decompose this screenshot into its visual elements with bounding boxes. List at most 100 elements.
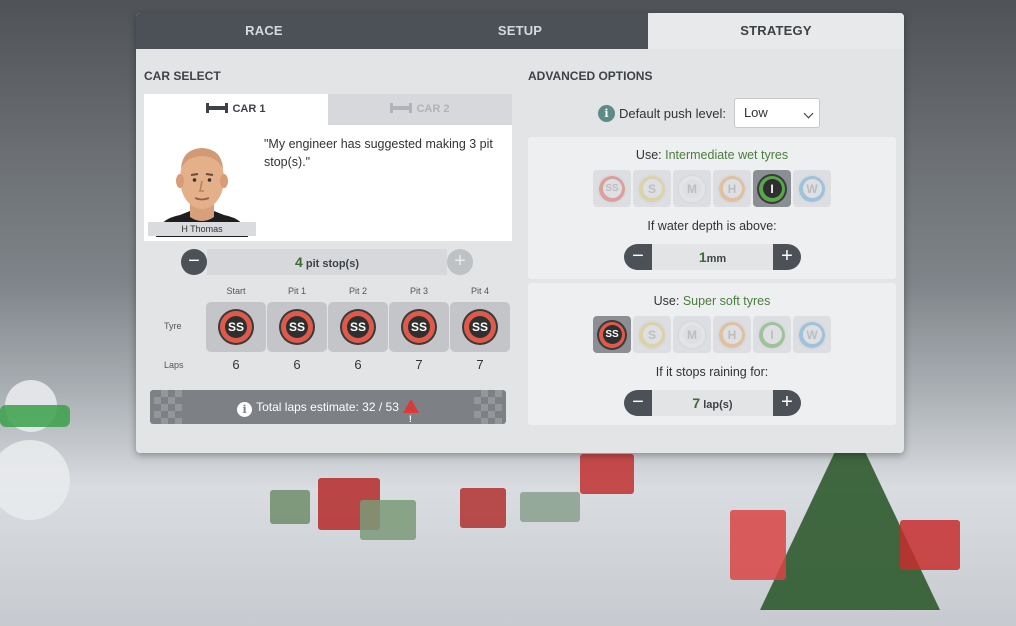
- gift-box: [360, 500, 416, 540]
- dry-use-line: Use: Super soft tyres: [528, 294, 896, 308]
- stint-tyre-cell[interactable]: SS: [328, 302, 388, 352]
- tyre-option-i[interactable]: I: [753, 170, 791, 207]
- stint-laps: 6: [354, 357, 362, 372]
- engineer-quote: "My engineer has suggested making 3 pit …: [264, 137, 493, 169]
- plus-icon: +: [781, 391, 793, 413]
- tab-race[interactable]: RACE: [136, 13, 392, 49]
- gift-box: [520, 492, 580, 522]
- car-tabs: CAR 1 CAR 2: [144, 94, 512, 125]
- tyre-ss-icon: SS: [401, 309, 437, 345]
- tyre-m-icon: M: [677, 173, 707, 204]
- tyre-option-s[interactable]: S: [633, 170, 671, 207]
- minus-icon: −: [188, 250, 200, 272]
- tyre-row-label: Tyre: [164, 321, 182, 331]
- car-2-label: CAR 2: [416, 103, 450, 115]
- stint-tyre-cell[interactable]: SS: [450, 302, 510, 352]
- wet-use-value: Intermediate wet tyres: [665, 148, 789, 162]
- push-level-select[interactable]: Low: [733, 98, 820, 128]
- decrease-dry-laps-button[interactable]: −: [624, 390, 652, 416]
- estimate-value: 32 / 53: [362, 400, 399, 414]
- car-icon: [206, 103, 229, 113]
- checkered-flag-left: [154, 390, 182, 424]
- col-pit-1: Pit 1: [287, 286, 306, 296]
- laps-estimate-bar: i Total laps estimate: 32 / 53!: [150, 390, 506, 424]
- dry-tyre-rule: Use: Super soft tyres SS S M H I W If it stop…: [528, 283, 896, 425]
- stint-tyre-cell[interactable]: SS: [206, 302, 266, 352]
- tyre-option-ss[interactable]: SS: [593, 170, 631, 207]
- strategy-panel: RACE SETUP STRATEGY CAR SELECT CAR 1 CAR…: [136, 13, 904, 453]
- tab-car-2[interactable]: CAR 2: [328, 94, 512, 125]
- info-icon[interactable]: i: [598, 104, 615, 122]
- water-depth-stepper: − 1mm +: [624, 244, 801, 270]
- tyre-option-w[interactable]: W: [793, 316, 831, 353]
- tyre-ss-icon: SS: [597, 319, 627, 350]
- minus-icon: −: [632, 391, 644, 413]
- stint-tyre-cell[interactable]: SS: [267, 302, 327, 352]
- tyre-ss-icon: SS: [340, 309, 376, 345]
- tyre-option-i[interactable]: I: [753, 316, 791, 353]
- checkered-flag-right: [474, 390, 502, 424]
- warning-icon[interactable]: !: [402, 399, 419, 424]
- plus-icon: +: [454, 250, 466, 272]
- tyre-ss-icon: SS: [597, 173, 627, 204]
- car-icon: [390, 103, 413, 113]
- water-depth-number: 1: [698, 249, 707, 265]
- push-level-value: Low: [743, 105, 768, 120]
- dry-use-label: Use:: [653, 294, 680, 308]
- stint-laps: 6: [293, 357, 301, 372]
- tyre-i-icon: I: [757, 173, 787, 204]
- tyre-ss-icon: SS: [279, 309, 315, 345]
- col-pit-2: Pit 2: [348, 286, 367, 296]
- tab-car-1[interactable]: CAR 1: [144, 94, 328, 125]
- decrease-pit-stops-button[interactable]: −: [181, 249, 207, 275]
- info-icon[interactable]: i: [237, 402, 253, 417]
- increase-water-depth-button[interactable]: +: [773, 244, 801, 270]
- col-pit-4: Pit 4: [470, 286, 489, 296]
- tab-strategy[interactable]: STRATEGY: [648, 13, 904, 49]
- stint-laps: 7: [476, 357, 484, 372]
- plus-icon: +: [781, 245, 793, 267]
- tyre-option-w[interactable]: W: [793, 170, 831, 207]
- tyre-h-icon: H: [717, 173, 747, 204]
- dry-use-value: Super soft tyres: [682, 294, 771, 308]
- tyre-m-icon: M: [677, 319, 707, 350]
- tab-setup[interactable]: SETUP: [392, 13, 648, 49]
- snowman-scarf: [0, 405, 70, 427]
- tyre-h-icon: H: [717, 319, 747, 350]
- dry-condition: If it stops raining for:: [655, 365, 769, 379]
- tyre-option-m[interactable]: M: [673, 316, 711, 353]
- tyre-option-ss[interactable]: SS: [593, 316, 631, 353]
- tyre-w-icon: W: [797, 319, 827, 350]
- increase-dry-laps-button[interactable]: +: [773, 390, 801, 416]
- gift-box: [270, 490, 310, 524]
- car-select-title: CAR SELECT: [144, 69, 221, 83]
- tyre-option-s[interactable]: S: [633, 316, 671, 353]
- stint-tyre-cell[interactable]: SS: [389, 302, 449, 352]
- tyre-option-h[interactable]: H: [713, 316, 751, 353]
- tyre-ss-icon: SS: [462, 309, 498, 345]
- col-start: Start: [226, 286, 246, 296]
- tyre-option-h[interactable]: H: [713, 170, 751, 207]
- stint-laps: 6: [232, 357, 240, 372]
- estimate-label: Total laps estimate:: [256, 400, 359, 414]
- increase-pit-stops-button[interactable]: +: [447, 249, 473, 275]
- tyre-ss-icon: SS: [218, 309, 254, 345]
- tyre-s-icon: S: [637, 319, 667, 350]
- dry-laps-stepper: − 7 lap(s) +: [624, 390, 801, 416]
- tyre-w-icon: W: [797, 173, 827, 204]
- driver-name: H Thomas: [148, 222, 256, 236]
- pit-stop-number: 4: [294, 254, 303, 270]
- gift-box: [730, 510, 786, 580]
- decrease-water-depth-button[interactable]: −: [624, 244, 652, 270]
- chevron-down-icon: [803, 108, 814, 119]
- tyre-s-icon: S: [637, 173, 667, 204]
- advanced-options-title: ADVANCED OPTIONS: [528, 69, 653, 83]
- wet-use-label: Use:: [635, 148, 662, 162]
- pit-stop-count: 4 pit stop(s): [207, 249, 447, 275]
- tyre-option-m[interactable]: M: [673, 170, 711, 207]
- wet-use-line: Use: Intermediate wet tyres: [528, 148, 896, 162]
- pit-stop-stepper: − 4 pit stop(s) +: [181, 249, 473, 275]
- wet-condition: If water depth is above:: [647, 219, 777, 233]
- laps-row-label: Laps: [164, 360, 184, 370]
- stint-laps: 7: [415, 357, 423, 372]
